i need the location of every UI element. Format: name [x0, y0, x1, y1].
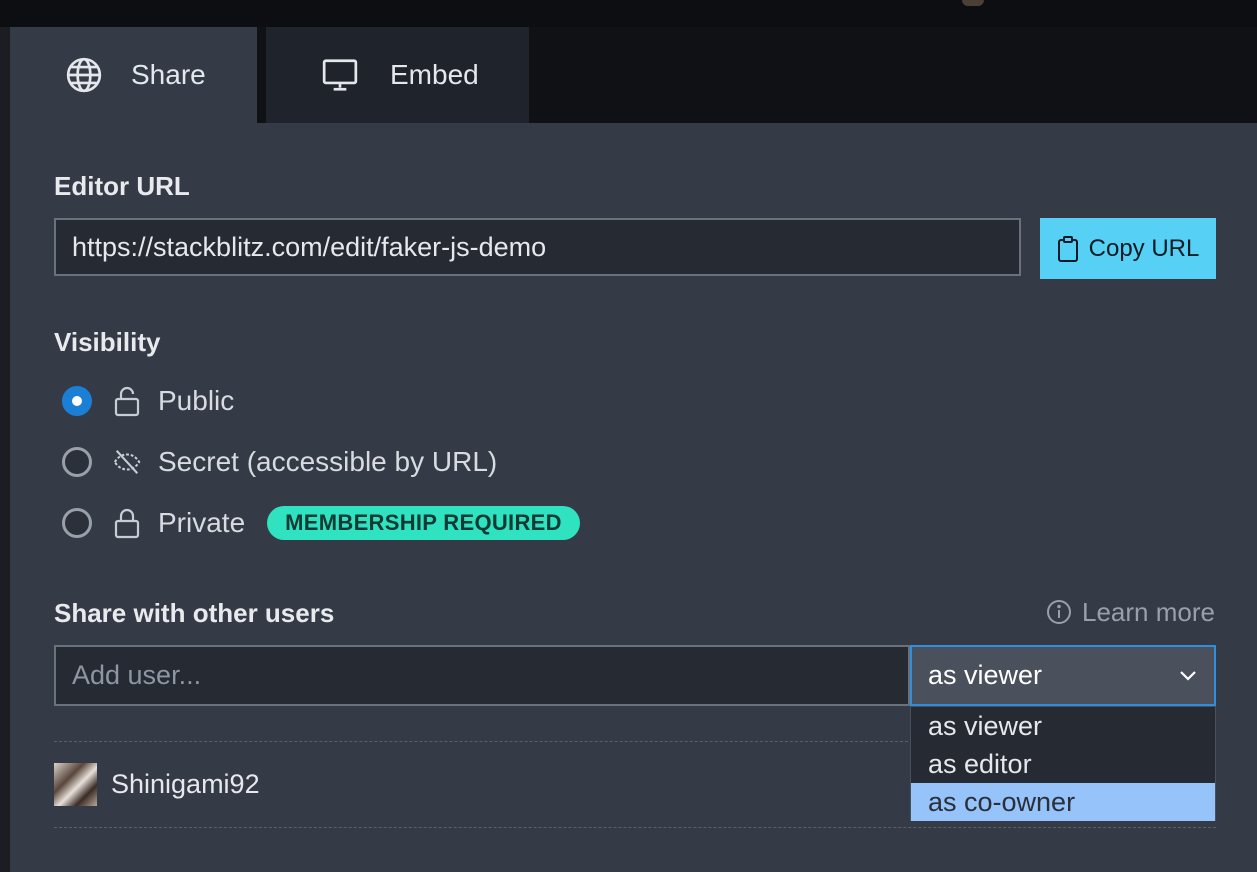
tab-share[interactable]: Share	[10, 27, 257, 123]
role-select-value: as viewer	[928, 660, 1043, 690]
role-option-co-owner[interactable]: as co-owner	[911, 783, 1215, 821]
visibility-option-secret[interactable]: Secret (accessible by URL)	[62, 444, 497, 480]
tab-embed[interactable]: Embed	[266, 27, 529, 123]
clipboard-icon	[1057, 235, 1079, 263]
eye-off-icon	[112, 446, 142, 478]
shared-user-name: Shinigami92	[111, 768, 260, 799]
visibility-option-label: Secret (accessible by URL)	[158, 446, 498, 477]
app-top-bar	[0, 0, 1257, 27]
visibility-option-public[interactable]: Public	[62, 383, 234, 419]
tab-embed-label: Embed	[390, 59, 479, 90]
role-dropdown-menu: as viewer as editor as co-owner	[910, 706, 1216, 821]
radio-public[interactable]	[62, 386, 92, 416]
visibility-label: Visibility	[54, 327, 161, 357]
add-user-placeholder: Add user...	[72, 660, 202, 690]
editor-url-label: Editor URL	[54, 171, 190, 201]
learn-more-link[interactable]: Learn more	[1046, 596, 1215, 628]
role-select[interactable]: as viewer	[910, 645, 1216, 706]
visibility-option-private[interactable]: Private MEMBERSHIP REQUIRED	[62, 505, 580, 541]
avatar-partial	[962, 0, 984, 6]
monitor-icon	[320, 56, 360, 94]
radio-private[interactable]	[62, 508, 92, 538]
role-option-viewer[interactable]: as viewer	[911, 707, 1215, 745]
avatar	[54, 762, 97, 806]
share-users-label: Share with other users	[54, 598, 335, 628]
tab-bar: Share Embed	[10, 27, 1257, 123]
visibility-option-label: Public	[158, 385, 235, 416]
tab-share-label: Share	[131, 59, 206, 90]
globe-icon	[65, 56, 103, 94]
radio-secret[interactable]	[62, 447, 92, 477]
lock-icon	[112, 507, 142, 539]
unlock-icon	[112, 385, 142, 417]
add-user-input[interactable]: Add user...	[54, 645, 910, 706]
visibility-option-label: Private	[158, 507, 246, 538]
copy-url-label: Copy URL	[1088, 234, 1200, 262]
editor-url-value: https://stackblitz.com/edit/faker-js-dem…	[72, 231, 547, 262]
divider	[54, 827, 1216, 828]
divider	[54, 741, 908, 742]
share-dialog: Share Embed Editor URL https://stackblit…	[10, 27, 1257, 872]
chevron-down-icon	[1178, 670, 1198, 682]
membership-required-badge: MEMBERSHIP REQUIRED	[267, 506, 580, 540]
copy-url-button[interactable]: Copy URL	[1040, 218, 1216, 279]
shared-user-row: Shinigami92	[54, 762, 260, 806]
editor-url-field[interactable]: https://stackblitz.com/edit/faker-js-dem…	[54, 218, 1021, 276]
role-option-editor[interactable]: as editor	[911, 745, 1215, 783]
info-icon	[1046, 599, 1072, 625]
learn-more-label: Learn more	[1082, 596, 1215, 627]
background-panel	[0, 27, 10, 872]
